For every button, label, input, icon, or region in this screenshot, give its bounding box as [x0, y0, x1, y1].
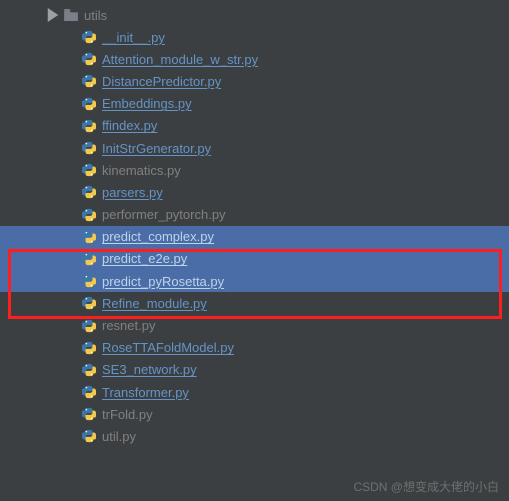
folder-label: utils — [84, 8, 107, 23]
python-file-icon — [80, 30, 98, 44]
file-tree: utils __init__.py Attention_module_w_str.… — [0, 0, 509, 448]
file-label: ffindex.py — [102, 118, 157, 133]
file-label: predict_pyRosetta.py — [102, 274, 224, 289]
python-file-icon — [80, 363, 98, 377]
python-file-icon — [80, 74, 98, 88]
file-row[interactable]: Embeddings.py — [0, 93, 509, 115]
python-file-icon — [80, 141, 98, 155]
file-label: Attention_module_w_str.py — [102, 52, 258, 67]
chevron-right-icon[interactable] — [46, 8, 60, 22]
folder-row-utils[interactable]: utils — [0, 4, 509, 26]
python-file-icon — [80, 208, 98, 222]
python-file-icon — [80, 319, 98, 333]
file-row[interactable]: RoseTTAFoldModel.py — [0, 337, 509, 359]
file-label: trFold.py — [102, 407, 153, 422]
file-row[interactable]: resnet.py — [0, 314, 509, 336]
file-row[interactable]: Transformer.py — [0, 381, 509, 403]
file-row[interactable]: parsers.py — [0, 181, 509, 203]
file-row[interactable]: predict_e2e.py — [0, 248, 509, 270]
file-label: predict_e2e.py — [102, 251, 187, 266]
file-label: SE3_network.py — [102, 362, 197, 377]
file-row[interactable]: predict_pyRosetta.py — [0, 270, 509, 292]
file-row[interactable]: DistancePredictor.py — [0, 70, 509, 92]
python-file-icon — [80, 252, 98, 266]
file-row[interactable]: SE3_network.py — [0, 359, 509, 381]
python-file-icon — [80, 296, 98, 310]
python-file-icon — [80, 163, 98, 177]
python-file-icon — [80, 274, 98, 288]
python-file-icon — [80, 52, 98, 66]
file-row[interactable]: Refine_module.py — [0, 292, 509, 314]
python-file-icon — [80, 407, 98, 421]
python-file-icon — [80, 185, 98, 199]
file-row[interactable]: util.py — [0, 425, 509, 447]
file-row[interactable]: predict_complex.py — [0, 226, 509, 248]
file-label: kinematics.py — [102, 163, 181, 178]
python-file-icon — [80, 119, 98, 133]
file-row[interactable]: performer_pytorch.py — [0, 204, 509, 226]
file-label: RoseTTAFoldModel.py — [102, 340, 234, 355]
file-label: resnet.py — [102, 318, 155, 333]
file-label: InitStrGenerator.py — [102, 141, 211, 156]
watermark-text: CSDN @想变成大佬的小白 — [353, 478, 499, 495]
file-list: __init__.py Attention_module_w_str.py Dist… — [0, 26, 509, 448]
file-label: predict_complex.py — [102, 229, 214, 244]
file-row[interactable]: ffindex.py — [0, 115, 509, 137]
file-label: Refine_module.py — [102, 296, 207, 311]
file-label: __init__.py — [102, 30, 165, 45]
file-label: util.py — [102, 429, 136, 444]
python-file-icon — [80, 341, 98, 355]
file-label: Embeddings.py — [102, 96, 192, 111]
python-file-icon — [80, 97, 98, 111]
file-row[interactable]: trFold.py — [0, 403, 509, 425]
folder-icon — [62, 9, 80, 21]
file-label: DistancePredictor.py — [102, 74, 221, 89]
file-label: Transformer.py — [102, 385, 189, 400]
file-row[interactable]: InitStrGenerator.py — [0, 137, 509, 159]
python-file-icon — [80, 230, 98, 244]
file-row[interactable]: Attention_module_w_str.py — [0, 48, 509, 70]
file-row[interactable]: kinematics.py — [0, 159, 509, 181]
python-file-icon — [80, 385, 98, 399]
file-label: performer_pytorch.py — [102, 207, 226, 222]
file-row[interactable]: __init__.py — [0, 26, 509, 48]
python-file-icon — [80, 429, 98, 443]
file-label: parsers.py — [102, 185, 163, 200]
